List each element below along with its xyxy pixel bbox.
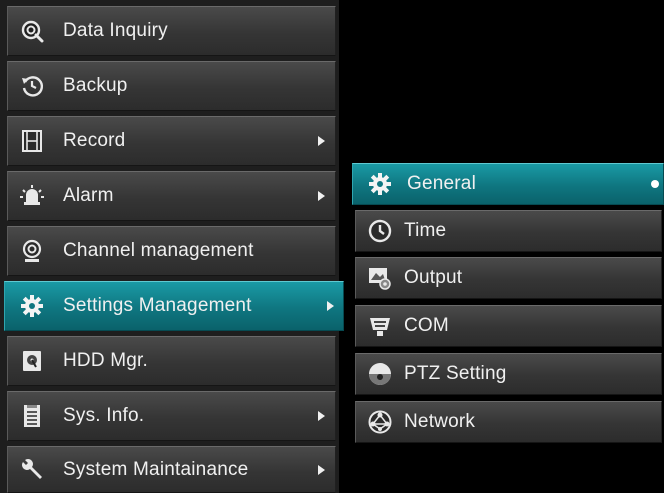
film-strip-icon	[19, 128, 45, 154]
submenu-item-network[interactable]: Network	[355, 401, 662, 443]
clock-icon	[367, 218, 393, 244]
gear-icon	[19, 293, 45, 319]
menu-item-label: Backup	[63, 75, 128, 96]
submenu-item-label: General	[407, 173, 476, 194]
submenu-item-label: COM	[404, 315, 449, 336]
submenu-arrow-icon	[318, 191, 325, 201]
submenu-arrow-icon	[318, 136, 325, 146]
menu-item-label: System Maintainance	[63, 458, 249, 480]
menu-item-label: Channel management	[63, 240, 254, 261]
menu-item-label: Sys. Info.	[63, 405, 145, 426]
submenu-arrow-icon	[318, 465, 325, 475]
serial-port-icon	[367, 313, 393, 339]
ptz-camera-icon	[367, 361, 393, 387]
webcam-icon	[19, 238, 45, 264]
backup-clock-icon	[19, 73, 45, 99]
submenu-item-com[interactable]: COM	[355, 305, 662, 347]
submenu-arrow-icon	[327, 301, 334, 311]
menu-item-backup[interactable]: Backup	[7, 61, 336, 111]
menu-item-data-inquiry[interactable]: Data Inquiry	[7, 6, 336, 56]
magnifier-icon	[19, 18, 45, 44]
menu-item-hdd-mgr[interactable]: HDD Mgr.	[7, 336, 336, 386]
menu-item-label: Alarm	[63, 185, 114, 206]
submenu-item-label: Time	[404, 220, 447, 241]
menu-item-label: HDD Mgr.	[63, 350, 148, 371]
hard-disk-icon	[19, 348, 45, 374]
menu-item-sys-info[interactable]: Sys. Info.	[7, 391, 336, 441]
menu-item-label: Record	[63, 130, 126, 151]
submenu-item-general[interactable]: General	[352, 163, 664, 205]
menu-item-system-maintainance[interactable]: System Maintainance	[7, 446, 336, 493]
selected-dot-icon	[651, 180, 659, 188]
submenu-item-ptz-setting[interactable]: PTZ Setting	[355, 353, 662, 395]
menu-item-label: Data Inquiry	[63, 20, 168, 41]
menu-item-record[interactable]: Record	[7, 116, 336, 166]
document-icon	[19, 403, 45, 429]
wrench-icon	[19, 457, 45, 483]
alarm-light-icon	[19, 183, 45, 209]
submenu-item-label: Network	[404, 411, 476, 432]
menu-item-settings-management[interactable]: Settings Management	[4, 281, 344, 331]
submenu-item-label: PTZ Setting	[404, 363, 507, 384]
submenu-item-output[interactable]: Output	[355, 257, 662, 299]
gear-icon	[367, 171, 393, 197]
menu-item-label: Settings Management	[63, 295, 252, 316]
network-globe-icon	[367, 409, 393, 435]
submenu-item-time[interactable]: Time	[355, 210, 662, 252]
submenu-arrow-icon	[318, 411, 325, 421]
submenu-item-label: Output	[404, 267, 463, 288]
menu-item-channel-management[interactable]: Channel management	[7, 226, 336, 276]
output-settings-icon	[367, 265, 393, 291]
menu-item-alarm[interactable]: Alarm	[7, 171, 336, 221]
